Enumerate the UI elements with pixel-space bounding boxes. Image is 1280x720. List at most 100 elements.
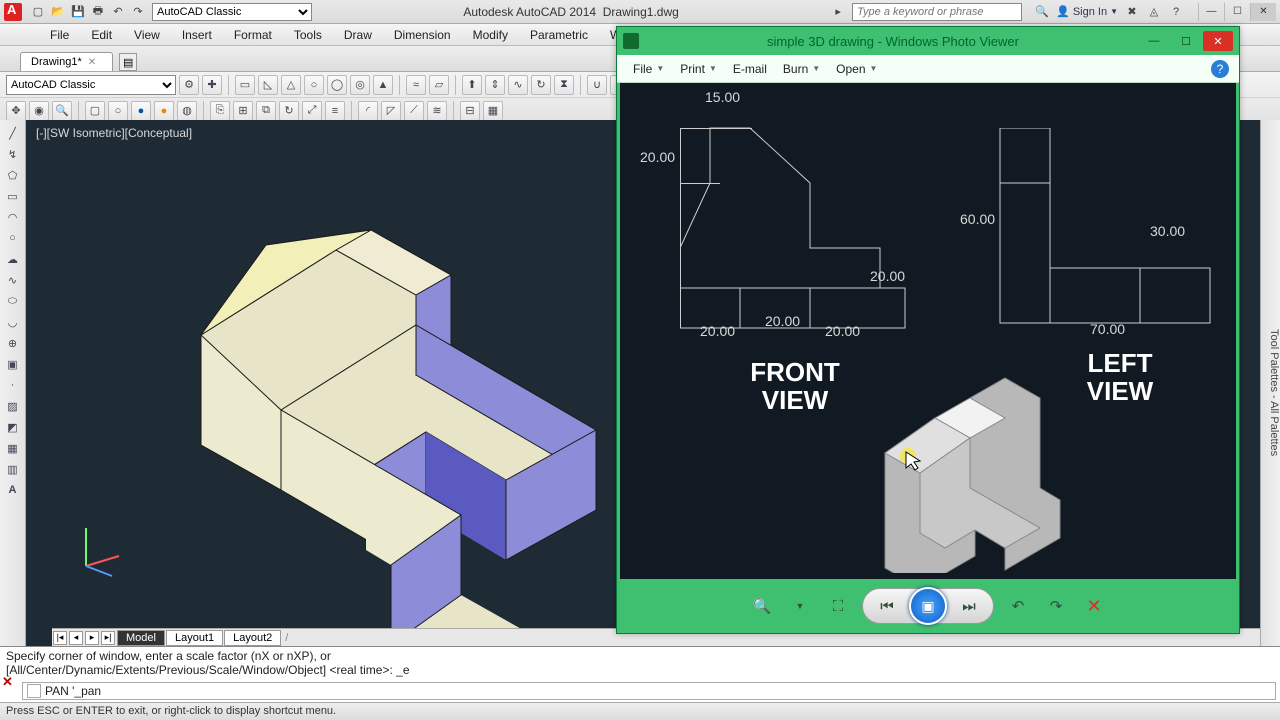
- rotate-icon[interactable]: ↻: [279, 101, 299, 121]
- pv-menu-print[interactable]: Print▼: [674, 59, 723, 79]
- align-icon[interactable]: ≡: [325, 101, 345, 121]
- signin-button[interactable]: 👤Sign In▼: [1056, 5, 1118, 18]
- redo-icon[interactable]: ↷: [130, 4, 146, 20]
- slideshow-button[interactable]: ▣: [909, 587, 947, 625]
- tab-layout2[interactable]: Layout2: [224, 630, 281, 646]
- mirror-icon[interactable]: ⧉: [256, 101, 276, 121]
- menu-dimension[interactable]: Dimension: [384, 26, 461, 44]
- pv-maximize-button[interactable]: ☐: [1171, 31, 1201, 51]
- pan-icon[interactable]: ✥: [6, 101, 26, 121]
- circle-icon[interactable]: ○: [4, 229, 22, 247]
- array-icon[interactable]: ⊞: [233, 101, 253, 121]
- scale-icon[interactable]: ⤢: [302, 101, 322, 121]
- menu-parametric[interactable]: Parametric: [520, 26, 598, 44]
- menu-file[interactable]: File: [40, 26, 79, 44]
- zoom-icon[interactable]: 🔍: [52, 101, 72, 121]
- close-tab-icon[interactable]: ✕: [88, 57, 96, 68]
- close-button[interactable]: ✕: [1250, 3, 1276, 21]
- new-tab-button[interactable]: ▤: [119, 53, 137, 71]
- next-icon[interactable]: ⏭: [955, 592, 983, 620]
- planar-icon[interactable]: ▱: [429, 75, 449, 95]
- box-icon[interactable]: ▢: [85, 101, 105, 121]
- menu-tools[interactable]: Tools: [284, 26, 332, 44]
- union-icon[interactable]: ∪: [587, 75, 607, 95]
- pyramid-icon[interactable]: ▲: [373, 75, 393, 95]
- cyl-icon[interactable]: ◯: [327, 75, 347, 95]
- extrude-icon[interactable]: ⬆: [462, 75, 482, 95]
- point-icon[interactable]: ·: [4, 376, 22, 394]
- chamfer-icon[interactable]: ◸: [381, 101, 401, 121]
- exchange-icon[interactable]: ✖: [1124, 4, 1140, 20]
- new-icon[interactable]: ▢: [30, 4, 46, 20]
- line-icon[interactable]: ╱: [4, 124, 22, 142]
- insert-icon[interactable]: ⊕: [4, 334, 22, 352]
- section-icon[interactable]: ⊟: [460, 101, 480, 121]
- menu-insert[interactable]: Insert: [172, 26, 222, 44]
- pv-menu-email[interactable]: E-mail: [727, 59, 773, 79]
- layer-select[interactable]: AutoCAD Classic: [6, 75, 176, 95]
- rect-icon[interactable]: ▭: [235, 75, 255, 95]
- search-icon[interactable]: 🔍: [1034, 4, 1050, 20]
- tab-nav-next[interactable]: ▸: [85, 631, 99, 645]
- tool-palettes-bar[interactable]: Tool Palettes - All Palettes: [1260, 120, 1280, 646]
- fit-icon[interactable]: ⛶: [824, 592, 852, 620]
- plot-icon[interactable]: 🖶: [90, 4, 106, 20]
- tab-model[interactable]: Model: [117, 630, 165, 646]
- menu-edit[interactable]: Edit: [81, 26, 122, 44]
- minimize-button[interactable]: —: [1198, 3, 1224, 21]
- tab-layout1[interactable]: Layout1: [166, 630, 223, 646]
- prev-icon[interactable]: ⏮: [873, 592, 901, 620]
- pv-help-icon[interactable]: ?: [1211, 60, 1229, 78]
- command-input[interactable]: PAN '_pan: [22, 682, 1276, 700]
- revcloud-icon[interactable]: ☁: [4, 250, 22, 268]
- caret-icon[interactable]: ▸: [830, 4, 846, 20]
- stayconnected-icon[interactable]: ◬: [1146, 4, 1162, 20]
- slice-icon[interactable]: ⟋: [404, 101, 424, 121]
- cone-icon[interactable]: △: [281, 75, 301, 95]
- copy-icon[interactable]: ⎘: [210, 101, 230, 121]
- tab-nav-last[interactable]: ▸|: [101, 631, 115, 645]
- polyline-icon[interactable]: ↯: [4, 145, 22, 163]
- workspace-select[interactable]: AutoCAD Classic: [152, 3, 312, 21]
- arc-icon[interactable]: ◠: [4, 208, 22, 226]
- misc-icon[interactable]: ◍: [177, 101, 197, 121]
- wedge-icon[interactable]: ◺: [258, 75, 278, 95]
- polygon-icon[interactable]: ⬠: [4, 166, 22, 184]
- torus-icon[interactable]: ◎: [350, 75, 370, 95]
- save-icon[interactable]: 💾: [70, 4, 86, 20]
- tab-nav-first[interactable]: |◂: [53, 631, 67, 645]
- presspull-icon[interactable]: ⇕: [485, 75, 505, 95]
- pv-menu-open[interactable]: Open▼: [830, 59, 883, 79]
- pv-menu-file[interactable]: File▼: [627, 59, 670, 79]
- open-icon[interactable]: 📂: [50, 4, 66, 20]
- fillet-icon[interactable]: ◜: [358, 101, 378, 121]
- rectangle-icon[interactable]: ▭: [4, 187, 22, 205]
- pv-minimize-button[interactable]: —: [1139, 31, 1169, 51]
- document-tab[interactable]: Drawing1* ✕: [20, 52, 113, 71]
- tool-icon[interactable]: ✚: [202, 75, 222, 95]
- hatch-icon[interactable]: ▨: [4, 397, 22, 415]
- pv-menu-burn[interactable]: Burn▼: [777, 59, 826, 79]
- pv-titlebar[interactable]: simple 3D drawing - Windows Photo Viewer…: [617, 27, 1239, 55]
- pv-image-area[interactable]: 15.00 20.00 20.00 20.00 20.00 20.00 FRON…: [620, 83, 1236, 579]
- menu-draw[interactable]: Draw: [334, 26, 382, 44]
- block-icon[interactable]: ▣: [4, 355, 22, 373]
- tool-icon[interactable]: ⚙: [179, 75, 199, 95]
- thicken-icon[interactable]: ≋: [427, 101, 447, 121]
- help-search-input[interactable]: [852, 3, 1022, 21]
- orbit-icon[interactable]: ◉: [29, 101, 49, 121]
- zoom-dropdown-icon[interactable]: ▼: [786, 592, 814, 620]
- sweep-icon[interactable]: ∿: [508, 75, 528, 95]
- help-icon[interactable]: ?: [1168, 4, 1184, 20]
- zoom-icon[interactable]: 🔍: [748, 592, 776, 620]
- region-icon[interactable]: ▦: [4, 439, 22, 457]
- gradient-icon[interactable]: ◩: [4, 418, 22, 436]
- circle-icon[interactable]: ○: [108, 101, 128, 121]
- menu-format[interactable]: Format: [224, 26, 282, 44]
- menu-modify[interactable]: Modify: [463, 26, 518, 44]
- sphere-orange-icon[interactable]: ●: [154, 101, 174, 121]
- sphere-blue-icon[interactable]: ●: [131, 101, 151, 121]
- text-icon[interactable]: A: [4, 481, 22, 499]
- rotate-cw-icon[interactable]: ↷: [1042, 592, 1070, 620]
- tab-nav-prev[interactable]: ◂: [69, 631, 83, 645]
